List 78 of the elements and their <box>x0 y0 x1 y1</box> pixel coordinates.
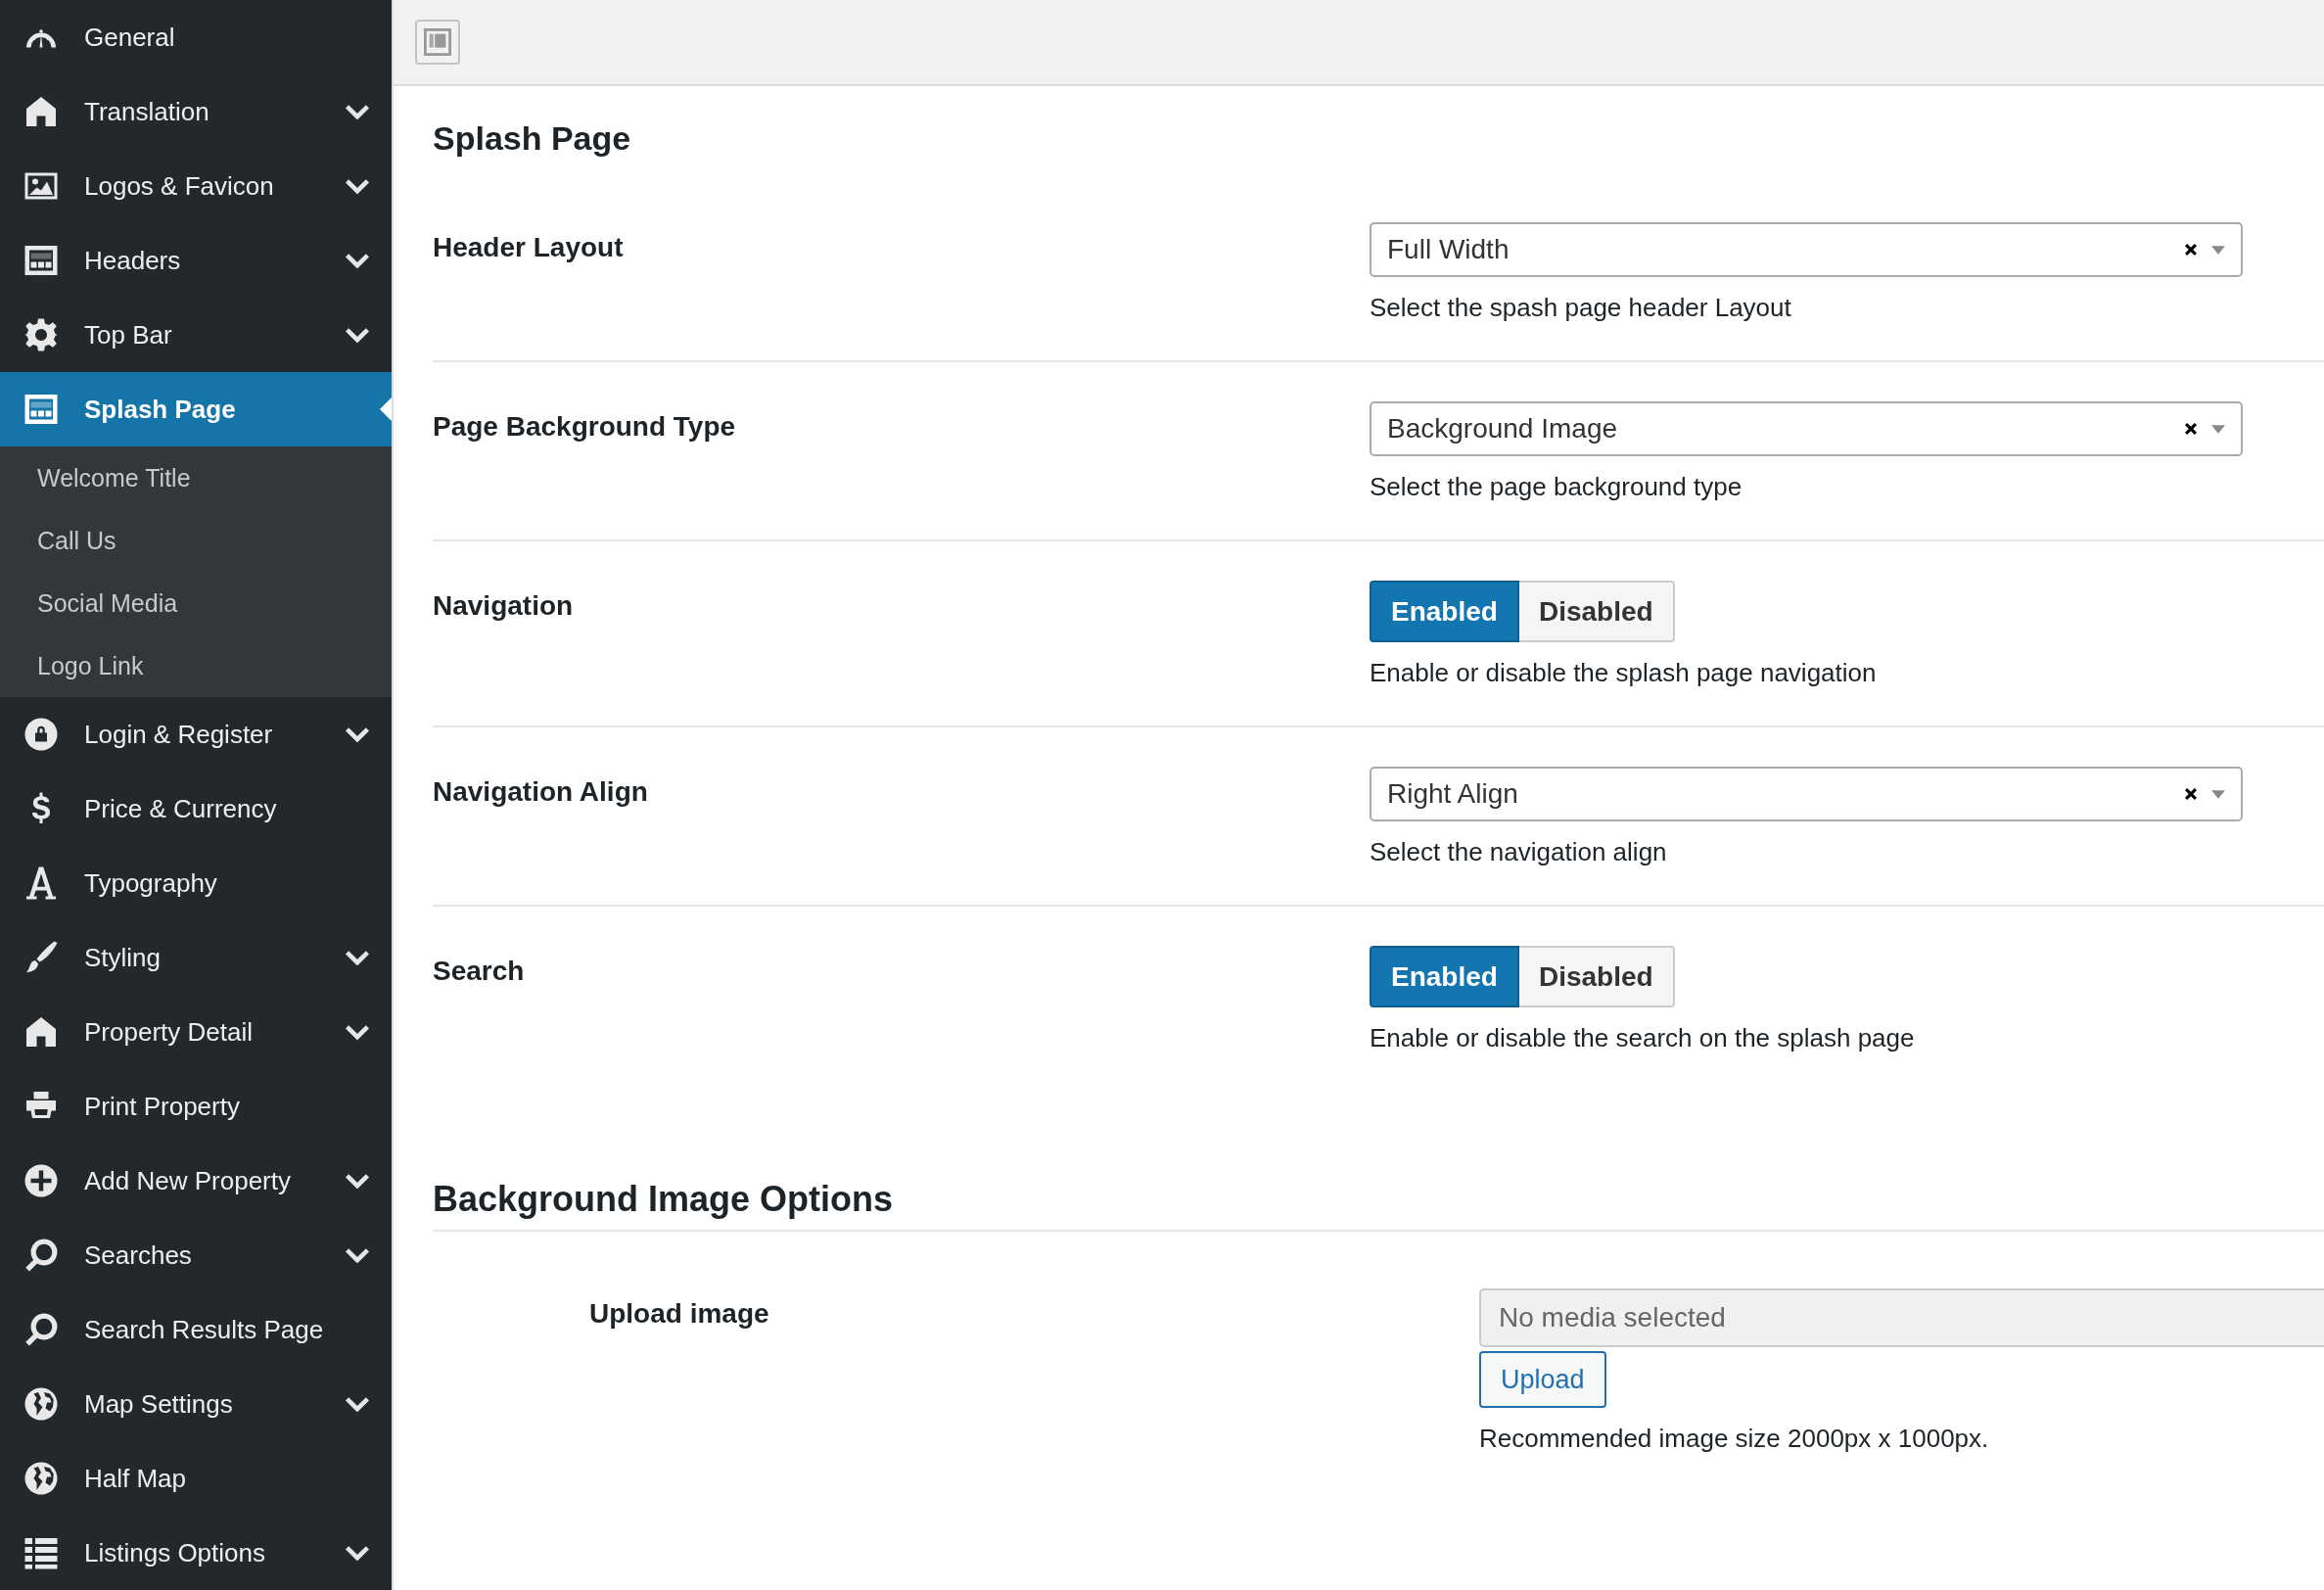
chevron-down-icon <box>345 1247 370 1263</box>
home-icon <box>23 94 59 129</box>
sidebar-item[interactable]: Add New Property <box>0 1144 392 1218</box>
sidebar-item[interactable]: Property Detail <box>0 995 392 1069</box>
sidebar-item[interactable]: Typography <box>0 846 392 920</box>
sidebar-item[interactable]: Headers <box>0 223 392 298</box>
caret-icon <box>2211 789 2225 799</box>
submenu-item[interactable]: Welcome Title <box>0 446 392 509</box>
clear-icon[interactable] <box>2184 422 2198 436</box>
brush-icon <box>23 940 59 975</box>
field-description: Recommended image size 2000px x 1000px. <box>1479 1424 1990 1454</box>
field-label: Search <box>433 955 526 988</box>
gear-icon <box>23 317 59 352</box>
list-icon <box>23 1535 59 1570</box>
select-field[interactable]: Full Width <box>1370 222 2243 277</box>
lock-icon <box>23 717 59 752</box>
layout-icon <box>23 392 59 427</box>
sidebar-item[interactable]: Half Map <box>0 1441 392 1516</box>
field-description: Enable or disable the search on the splash page <box>1370 1023 1916 1053</box>
sidebar-item[interactable]: Searches <box>0 1218 392 1292</box>
upload-button[interactable]: Upload <box>1479 1351 1606 1408</box>
caret-icon <box>2211 245 2225 255</box>
sidebar-item[interactable]: Price & Currency <box>0 772 392 846</box>
chevron-down-icon <box>345 726 370 742</box>
field-description: Select the spash page header Layout <box>1370 293 1792 323</box>
search-icon <box>23 1312 59 1347</box>
chevron-down-icon <box>345 104 370 119</box>
field-label: Navigation <box>433 589 575 623</box>
subsection-title: Background Image Options <box>433 1130 2324 1232</box>
chevron-down-icon <box>345 1396 370 1412</box>
sidebar-item[interactable]: Top Bar <box>0 298 392 372</box>
section-title: Splash Page <box>433 118 632 159</box>
home-icon <box>23 1014 59 1050</box>
chevron-down-icon <box>345 178 370 194</box>
chevron-down-icon <box>345 1545 370 1561</box>
field-description: Select the page background type <box>1370 472 1743 502</box>
caret-icon <box>2211 424 2225 434</box>
plus-icon <box>23 1163 59 1198</box>
media-field[interactable]: No media selected <box>1479 1288 2324 1347</box>
submenu-item[interactable]: Logo Link <box>0 634 392 697</box>
sidebar-item[interactable]: Translation <box>0 74 392 149</box>
sidebar-item[interactable]: General <box>0 0 392 74</box>
toggle-option[interactable]: Disabled <box>1518 946 1675 1007</box>
field-label: Header Layout <box>433 231 625 264</box>
search-icon <box>23 1238 59 1273</box>
submenu-item[interactable]: Social Media <box>0 572 392 634</box>
chevron-down-icon <box>345 253 370 268</box>
globe-icon <box>23 1386 59 1422</box>
sidebar-item[interactable]: Logos & Favicon <box>0 149 392 223</box>
field-description: Enable or disable the splash page navigation <box>1370 658 1878 688</box>
chevron-down-icon <box>345 1173 370 1189</box>
select-field[interactable]: Background Image <box>1370 401 2243 456</box>
chevron-down-icon <box>345 1024 370 1040</box>
field-label: Navigation Align <box>433 775 649 809</box>
letter-icon <box>23 865 59 901</box>
sidebar-item[interactable]: Splash Page <box>0 372 392 446</box>
clear-icon[interactable] <box>2184 787 2198 801</box>
clear-icon[interactable] <box>2184 243 2198 257</box>
select-field[interactable]: Right Align <box>1370 767 2243 821</box>
sidebar-item[interactable]: Print Property <box>0 1069 392 1144</box>
sidebar-item[interactable]: Listings Options <box>0 1516 392 1590</box>
layout-icon <box>23 243 59 278</box>
field-label: Page Background Type <box>433 410 737 444</box>
toggle-option[interactable]: Enabled <box>1370 946 1519 1007</box>
toggle-option[interactable]: Disabled <box>1518 581 1675 642</box>
chevron-down-icon <box>345 327 370 343</box>
panel-toggle-button[interactable] <box>415 20 460 65</box>
layout-icon <box>424 28 451 56</box>
field-label: Upload image <box>589 1297 770 1331</box>
sidebar-item[interactable]: Login & Register <box>0 697 392 772</box>
sidebar-item[interactable]: Search Results Page <box>0 1292 392 1367</box>
chevron-down-icon <box>345 950 370 965</box>
submenu-item[interactable]: Call Us <box>0 509 392 572</box>
sidebar-item[interactable]: Styling <box>0 920 392 995</box>
toggle-option[interactable]: Enabled <box>1370 581 1519 642</box>
field-description: Select the navigation align <box>1370 837 1668 867</box>
globe-icon <box>23 1461 59 1496</box>
sidebar-item[interactable]: Map Settings <box>0 1367 392 1441</box>
